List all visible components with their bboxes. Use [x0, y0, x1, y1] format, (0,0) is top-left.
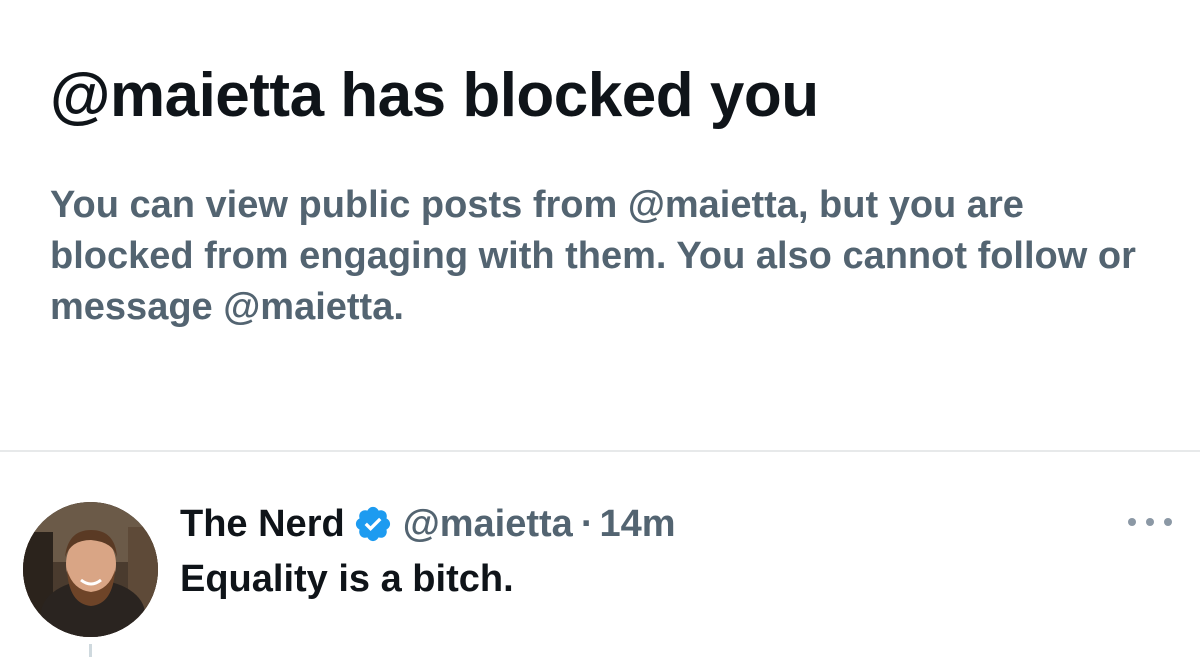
timestamp[interactable]: 14m: [599, 503, 675, 546]
thread-line: [89, 644, 92, 657]
separator-dot: ·: [580, 502, 594, 545]
verified-badge-icon: [355, 506, 390, 542]
blocked-profile-page: @maietta has blocked you You can view pu…: [0, 0, 1200, 657]
more-dot-icon: [1164, 518, 1172, 526]
display-name[interactable]: The Nerd: [180, 503, 345, 546]
blocked-description: You can view public posts from @maietta,…: [50, 184, 1136, 328]
post-header: The Nerd @maietta · 14m: [180, 502, 676, 546]
blocked-notice: @maietta has blocked you You can view pu…: [0, 0, 1200, 450]
post-text: Equality is a bitch.: [180, 558, 514, 600]
more-dot-icon: [1146, 518, 1154, 526]
more-options-button[interactable]: [1128, 510, 1172, 534]
blocked-title: @maietta has blocked you: [50, 61, 819, 130]
post-item[interactable]: The Nerd @maietta · 14m Equality is a bi…: [0, 452, 1200, 657]
handle[interactable]: @maietta: [403, 503, 573, 546]
avatar-image: [23, 502, 158, 637]
avatar[interactable]: [23, 502, 158, 637]
more-dot-icon: [1128, 518, 1136, 526]
